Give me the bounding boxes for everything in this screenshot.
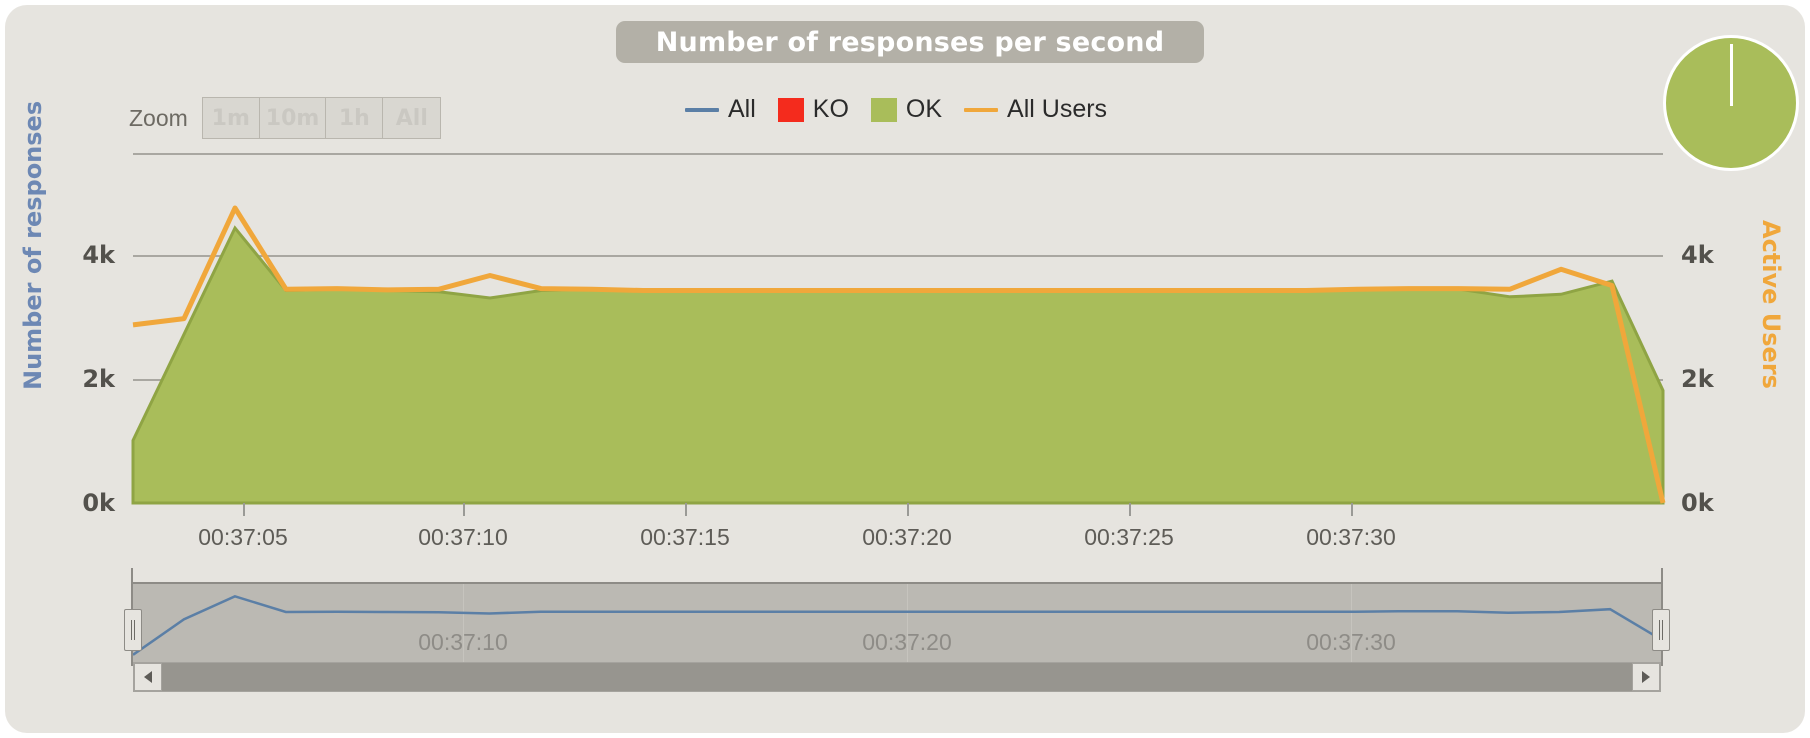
y-tick-left-0k: 0k <box>82 489 115 517</box>
x-tick-label: 00:37:05 <box>198 524 288 550</box>
x-tick-label: 00:37:25 <box>1084 524 1174 550</box>
zoom-button-10m[interactable]: 10m <box>259 98 327 138</box>
zoom-button-group: 1m 10m 1h All <box>201 97 442 139</box>
handle-grip-line <box>1659 620 1660 640</box>
range-navigator[interactable]: 00:37:10 00:37:20 00:37:30 <box>124 568 1670 666</box>
scroll-right-button[interactable] <box>1632 663 1660 691</box>
legend-item-ok[interactable]: OK <box>870 95 943 124</box>
legend-item-ko[interactable]: KO <box>777 95 849 124</box>
legend-label-all: All <box>728 95 756 123</box>
legend-box-swatch-ok <box>870 97 897 122</box>
arrow-left-icon <box>144 671 152 683</box>
legend-line-swatch-all-users <box>964 107 999 112</box>
navigator-x-tick-label: 00:37:30 <box>1306 629 1396 655</box>
main-plot-area: 4k 2k 0k 4k 2k 0k 00:37:05 00:37:10 00:3… <box>82 153 1714 550</box>
page-title: Number of responses per second <box>655 26 1165 58</box>
handle-grip-line <box>1662 620 1663 640</box>
scroll-left-button[interactable] <box>134 663 162 691</box>
x-tick-mark <box>685 503 687 516</box>
legend-item-all-users[interactable]: All Users <box>964 95 1107 124</box>
x-tick-label: 00:37:20 <box>862 524 952 550</box>
zoom-control: Zoom 1m 10m 1h All <box>129 97 442 139</box>
zoom-button-1h[interactable]: 1h <box>326 98 384 138</box>
series-canvas <box>131 205 1666 505</box>
chart-page: Number of responses per second Zoom 1m 1… <box>0 0 1810 738</box>
legend-box-swatch-ko <box>777 97 804 122</box>
range-handle-left[interactable] <box>124 609 142 651</box>
y-axis-title-left: Number of responses <box>19 100 47 390</box>
arrow-right-icon <box>1642 671 1650 683</box>
chart-title-pill: Number of responses per second <box>616 21 1204 63</box>
x-tick-mark <box>243 503 245 516</box>
chart-legend: All KO OK All Users <box>685 95 1107 124</box>
navigator-x-tick-label: 00:37:20 <box>862 629 952 655</box>
ok-ko-pie-chart[interactable] <box>1663 35 1799 171</box>
y-tick-left-4k: 4k <box>82 241 115 269</box>
scrollbar-thumb[interactable] <box>162 663 1632 691</box>
series-area-ok <box>131 225 1665 505</box>
x-tick-label: 00:37:10 <box>418 524 508 550</box>
y-tick-right-4k: 4k <box>1681 241 1714 269</box>
y-tick-right-2k: 2k <box>1681 365 1714 393</box>
x-tick-mark <box>463 503 465 516</box>
legend-label-ko: KO <box>812 95 849 123</box>
handle-grip-line <box>134 620 135 640</box>
legend-line-swatch-all <box>685 107 719 112</box>
legend-item-all[interactable]: All <box>685 95 756 124</box>
pie-slice-divider <box>1730 44 1733 106</box>
x-tick-label: 00:37:15 <box>640 524 730 550</box>
horizontal-scrollbar[interactable] <box>133 662 1661 692</box>
y-tick-left-2k: 2k <box>82 365 115 393</box>
x-tick-mark <box>907 503 909 516</box>
y-axis-title-right: Active Users <box>1757 220 1785 389</box>
x-tick-label: 00:37:30 <box>1306 524 1396 550</box>
zoom-button-1m[interactable]: 1m <box>202 98 260 138</box>
legend-label-all-users: All Users <box>1007 95 1108 123</box>
range-handle-right[interactable] <box>1652 609 1670 651</box>
y-tick-right-0k: 0k <box>1681 489 1714 517</box>
x-tick-mark <box>1129 503 1131 516</box>
handle-grip-line <box>131 620 132 640</box>
zoom-label: Zoom <box>129 104 188 131</box>
legend-label-ok: OK <box>905 95 943 123</box>
x-tick-mark <box>1351 503 1353 516</box>
chart-panel: Number of responses per second Zoom 1m 1… <box>5 5 1805 733</box>
navigator-x-tick-label: 00:37:10 <box>418 629 508 655</box>
zoom-button-all[interactable]: All <box>383 98 441 138</box>
